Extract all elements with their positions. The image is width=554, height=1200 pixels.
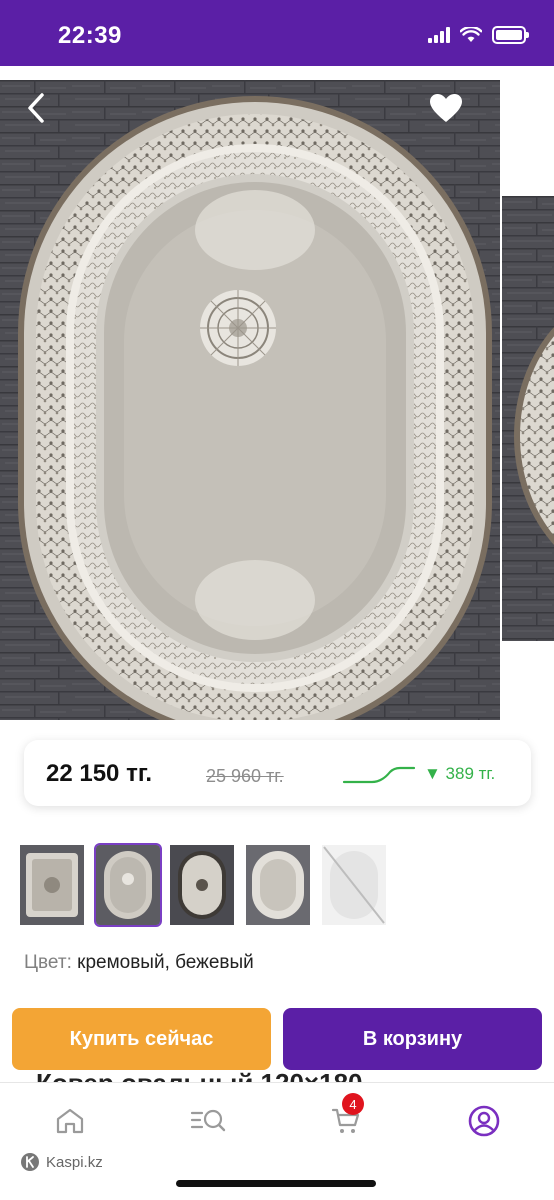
catalog-search-icon <box>190 1109 226 1132</box>
home-indicator[interactable] <box>176 1180 376 1187</box>
tab-catalog[interactable] <box>186 1101 230 1141</box>
price-drop[interactable]: ▼ 389 тг. <box>424 764 495 784</box>
wifi-icon <box>460 27 482 42</box>
buy-now-button[interactable]: Купить сейчас <box>12 1008 271 1070</box>
price-card: 22 150 тг. 25 960 тг. ▼ 389 тг. <box>24 740 531 806</box>
battery-icon <box>492 26 529 44</box>
tab-cart[interactable]: 4 <box>324 1093 368 1141</box>
color-value: кремовый, бежевый <box>77 952 254 973</box>
thumbnail-2[interactable] <box>94 843 162 927</box>
share-button[interactable] <box>496 86 540 130</box>
thumbnail-1[interactable] <box>20 845 84 925</box>
color-line: Цвет: кремовый, бежевый <box>24 952 254 974</box>
chevron-left-icon <box>28 93 44 123</box>
thumbnail-4[interactable] <box>246 845 310 925</box>
product-photo[interactable] <box>0 80 500 720</box>
old-price: 25 960 тг. <box>206 766 284 786</box>
profile-icon <box>468 1105 500 1137</box>
back-button[interactable] <box>14 86 58 130</box>
cellular-signal-icon <box>428 27 450 43</box>
current-price: 22 150 тг. <box>46 760 153 787</box>
watermark: Kaspi.kz <box>20 1152 103 1172</box>
status-bar: 22:39 <box>0 0 554 66</box>
share-icon <box>505 92 531 124</box>
thumbnail-3[interactable] <box>170 845 234 925</box>
product-gallery[interactable] <box>0 66 554 720</box>
favorite-button[interactable] <box>424 86 468 130</box>
kaspi-logo-icon <box>21 1153 39 1171</box>
home-icon <box>56 1108 84 1134</box>
status-time: 22:39 <box>58 22 122 49</box>
thumbnail-5[interactable] <box>322 845 386 925</box>
status-icons <box>428 26 529 44</box>
add-to-cart-button[interactable]: В корзину <box>283 1008 542 1070</box>
cart-count-badge: 4 <box>342 1093 364 1115</box>
heart-icon <box>430 94 462 122</box>
next-photo-preview[interactable] <box>502 196 554 641</box>
color-label: Цвет: <box>24 952 72 973</box>
price-trend-icon[interactable] <box>342 762 416 786</box>
tab-home[interactable] <box>48 1101 92 1141</box>
tab-profile[interactable] <box>462 1101 506 1141</box>
watermark-text: Kaspi.kz <box>46 1153 103 1171</box>
